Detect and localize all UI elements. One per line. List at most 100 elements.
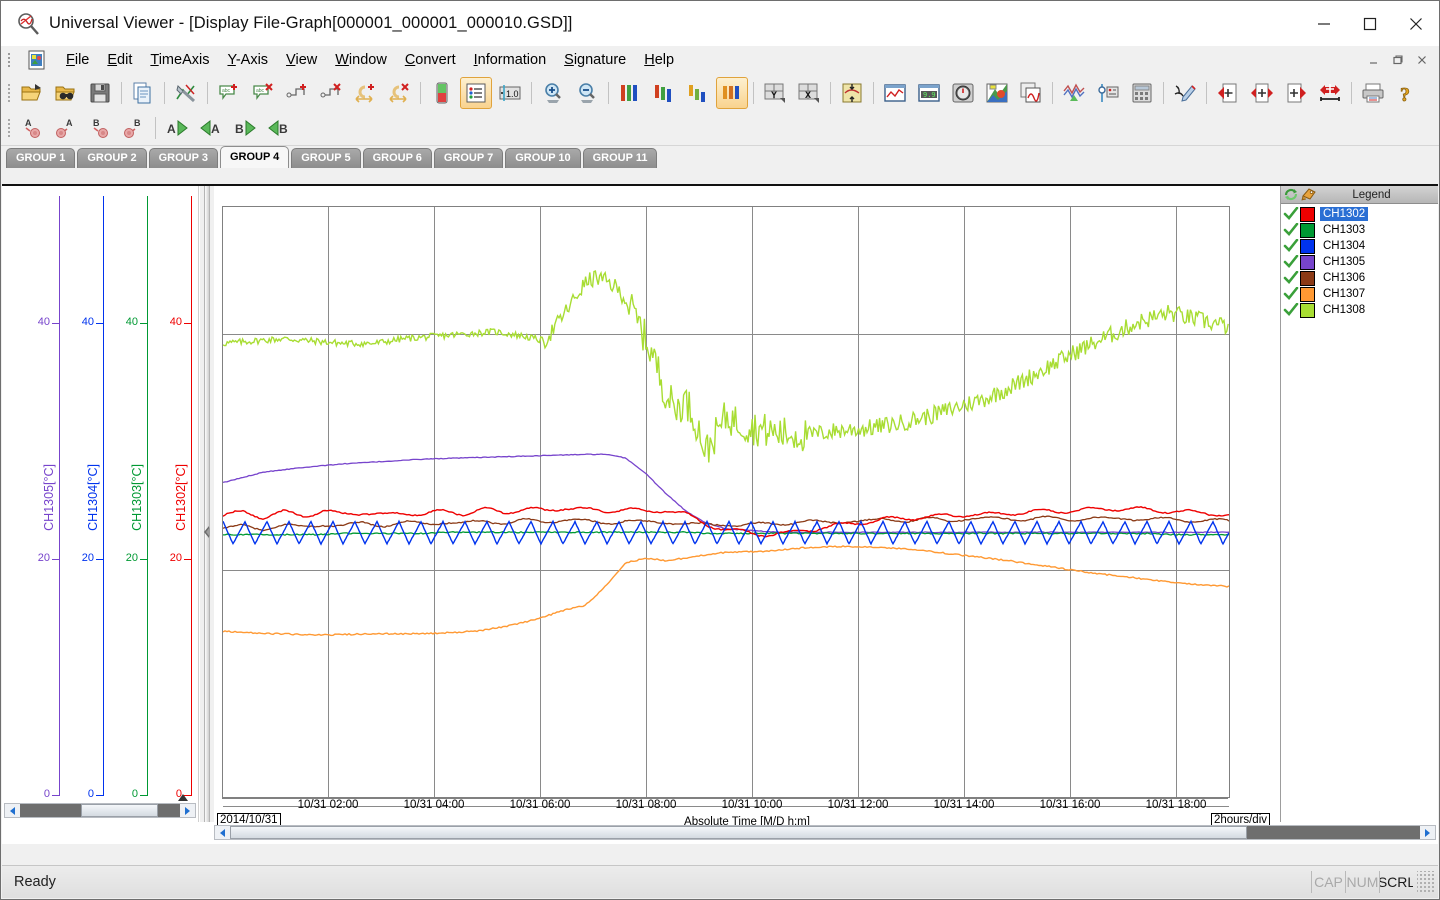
- menu-item-convert[interactable]: Convert: [396, 49, 465, 71]
- delete-cursor-icon[interactable]: [383, 77, 415, 109]
- save-icon[interactable]: [84, 77, 116, 109]
- series-color-swatch[interactable]: [1300, 239, 1315, 254]
- jump-before-a-icon[interactable]: A: [195, 112, 227, 144]
- refresh-icon[interactable]: [1283, 187, 1299, 202]
- toolbar-grip[interactable]: [7, 83, 11, 103]
- find-file-icon[interactable]: [50, 77, 82, 109]
- mdi-minimize-button[interactable]: [1363, 49, 1385, 71]
- series-color-swatch[interactable]: [1300, 303, 1315, 318]
- zoom-out-icon[interactable]: [571, 77, 603, 109]
- graph-scroll-thumb[interactable]: [230, 826, 1247, 839]
- window-close-button[interactable]: [1393, 1, 1439, 46]
- menu-item-y-axis[interactable]: Y-Axis: [218, 49, 277, 71]
- tab-group-4[interactable]: GROUP 4: [220, 146, 289, 168]
- menu-item-help[interactable]: Help: [635, 49, 683, 71]
- auto-scale-icon[interactable]: [836, 77, 868, 109]
- channel-config-icon[interactable]: [1092, 77, 1124, 109]
- help-icon[interactable]: ?: [1391, 77, 1423, 109]
- legend-item[interactable]: CH1304: [1283, 238, 1438, 254]
- mdi-restore-button[interactable]: [1387, 49, 1409, 71]
- cursor-b-right-icon[interactable]: B: [84, 112, 116, 144]
- menu-grip[interactable]: [7, 52, 11, 68]
- tab-group-1[interactable]: GROUP 1: [6, 148, 75, 168]
- calculator-icon[interactable]: [1126, 77, 1158, 109]
- page-both-icon[interactable]: [1246, 77, 1278, 109]
- document-icon[interactable]: [27, 50, 47, 70]
- tab-group-2[interactable]: GROUP 2: [77, 148, 146, 168]
- tab-group-5[interactable]: GROUP 5: [291, 148, 360, 168]
- channel-list-icon[interactable]: [460, 77, 492, 109]
- single-channel-icon[interactable]: [682, 77, 714, 109]
- tab-group-6[interactable]: GROUP 6: [363, 148, 432, 168]
- check-icon[interactable]: [1283, 255, 1299, 269]
- y-axis-scroll-left-button[interactable]: [5, 804, 20, 817]
- check-icon[interactable]: [1283, 303, 1299, 317]
- y-axis-scroll-track[interactable]: [20, 804, 180, 817]
- legend-item[interactable]: CH1302: [1283, 206, 1438, 222]
- all-channels-icon[interactable]: [614, 77, 646, 109]
- cursor-toolbar-grip[interactable]: [7, 118, 11, 138]
- jump-after-a-icon[interactable]: A: [161, 112, 193, 144]
- add-comment-icon[interactable]: abc: [213, 77, 245, 109]
- menu-item-signature[interactable]: Signature: [555, 49, 635, 71]
- tab-group-7[interactable]: GROUP 7: [434, 148, 503, 168]
- cursor-a-right-icon[interactable]: A: [16, 112, 48, 144]
- check-icon[interactable]: [1283, 239, 1299, 253]
- menu-item-view[interactable]: View: [277, 49, 326, 71]
- overlay-channels-icon[interactable]: [716, 77, 748, 109]
- window-minimize-button[interactable]: [1301, 1, 1347, 46]
- cursor-b-left-icon[interactable]: B: [118, 112, 150, 144]
- y-axis-scroll-thumb[interactable]: [81, 804, 158, 817]
- check-icon[interactable]: [1283, 223, 1299, 237]
- graph-horizontal-scrollbar[interactable]: [214, 825, 1436, 840]
- series-color-swatch[interactable]: [1300, 207, 1315, 222]
- graph-tool-icon[interactable]: [170, 77, 202, 109]
- menu-item-window[interactable]: Window: [326, 49, 396, 71]
- overlay-window-icon[interactable]: [1015, 77, 1047, 109]
- legend-item[interactable]: CH1305: [1283, 254, 1438, 270]
- splitter-bar[interactable]: [204, 186, 210, 822]
- battery-icon[interactable]: [426, 77, 458, 109]
- menu-item-timeaxis[interactable]: TimeAxis: [141, 49, 218, 71]
- series-color-swatch[interactable]: [1300, 223, 1315, 238]
- graph-scroll-left-button[interactable]: [215, 826, 230, 839]
- chart-mix-icon[interactable]: [981, 77, 1013, 109]
- open-file-icon[interactable]: [16, 77, 48, 109]
- page-right-icon[interactable]: [1280, 77, 1312, 109]
- page-left-icon[interactable]: [1212, 77, 1244, 109]
- check-icon[interactable]: [1283, 207, 1299, 221]
- menu-item-edit[interactable]: Edit: [98, 49, 141, 71]
- window-maximize-button[interactable]: [1347, 1, 1393, 46]
- check-icon[interactable]: [1283, 287, 1299, 301]
- legend-item[interactable]: CH1303: [1283, 222, 1438, 238]
- y-axis-scroll-right-button[interactable]: [180, 804, 195, 817]
- series-color-swatch[interactable]: [1300, 255, 1315, 270]
- x-axis-settings-icon[interactable]: X: [793, 77, 825, 109]
- series-color-swatch[interactable]: [1300, 287, 1315, 302]
- plot-area[interactable]: [222, 206, 1230, 798]
- group-channels-icon[interactable]: [648, 77, 680, 109]
- legend-item[interactable]: CH1307: [1283, 286, 1438, 302]
- mdi-close-button[interactable]: [1411, 49, 1433, 71]
- digital-view-icon[interactable]: 9.9: [913, 77, 945, 109]
- zoom-in-icon[interactable]: [537, 77, 569, 109]
- fit-width-icon[interactable]: [1314, 77, 1346, 109]
- print-icon[interactable]: [1357, 77, 1389, 109]
- meter-view-icon[interactable]: [947, 77, 979, 109]
- pane-splitter[interactable]: [199, 186, 215, 822]
- tab-group-11[interactable]: GROUP 11: [583, 148, 658, 168]
- menu-item-file[interactable]: File: [57, 49, 98, 71]
- graph-scroll-right-button[interactable]: [1420, 826, 1435, 839]
- resize-grip[interactable]: [1417, 871, 1435, 893]
- series-color-swatch[interactable]: [1300, 271, 1315, 286]
- menu-item-information[interactable]: Information: [465, 49, 556, 71]
- tab-group-10[interactable]: GROUP 10: [505, 148, 580, 168]
- y-axis-scrollbar[interactable]: [4, 803, 196, 818]
- add-marker-icon[interactable]: [281, 77, 313, 109]
- annotate-pen-icon[interactable]: [1169, 77, 1201, 109]
- splitter-grab-handle[interactable]: [202, 524, 212, 540]
- y-axis-settings-icon[interactable]: Y: [759, 77, 791, 109]
- trend-view-icon[interactable]: [879, 77, 911, 109]
- scale-1-0-icon[interactable]: 1.0: [494, 77, 526, 109]
- jump-after-b-icon[interactable]: B: [229, 112, 261, 144]
